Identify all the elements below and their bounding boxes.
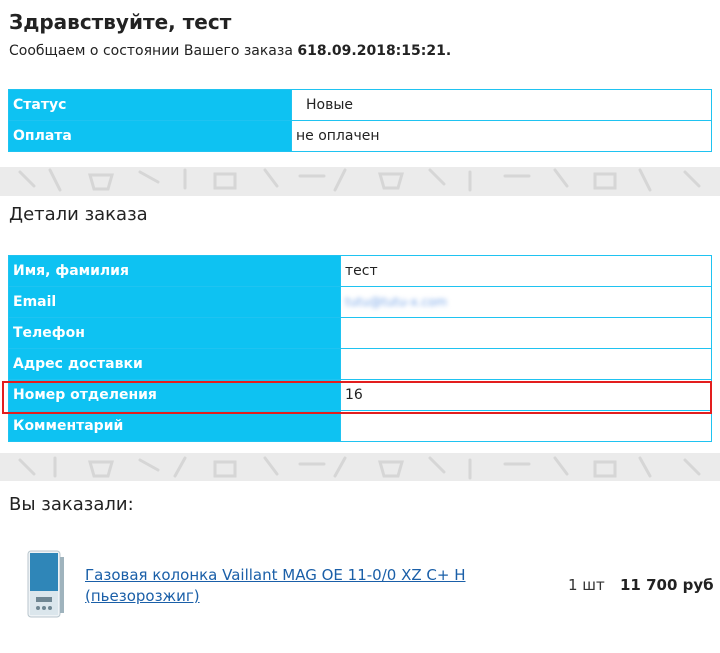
comment-value	[340, 410, 712, 442]
table-row: Номер отделения 16	[8, 379, 712, 411]
order-details-panel: Детали заказа Имя, фамилия тест Email tu…	[0, 196, 720, 453]
order-number: 618.09.2018:15:21.	[297, 43, 452, 59]
details-table: Имя, фамилия тест Email tutu@tutu-x.com …	[8, 255, 712, 442]
address-value	[340, 348, 712, 380]
table-row: Email tutu@tutu-x.com	[8, 286, 712, 318]
name-label: Имя, фамилия	[8, 255, 341, 287]
greeting-panel: Здравствуйте, тест Сообщаем о состоянии …	[0, 0, 720, 167]
name-value: тест	[340, 255, 712, 287]
table-row: Адрес доставки	[8, 348, 712, 380]
email-value: tutu@tutu-x.com	[340, 286, 712, 318]
payment-label: Оплата	[8, 120, 292, 152]
order-title: Вы заказали:	[9, 494, 134, 515]
table-row: Телефон	[8, 317, 712, 349]
product-image[interactable]	[22, 549, 68, 621]
product-quantity: 1 шт	[568, 576, 605, 594]
status-row: Статус Новые	[8, 89, 712, 121]
table-row: Комментарий	[8, 410, 712, 442]
ordered-items-panel: Вы заказали: Газовая колонка Vaillant MA…	[0, 481, 720, 653]
branch-number-value: 16	[340, 379, 712, 411]
branch-number-label: Номер отделения	[8, 379, 341, 411]
address-label: Адрес доставки	[8, 348, 341, 380]
phone-value	[340, 317, 712, 349]
comment-label: Комментарий	[8, 410, 341, 442]
status-label: Статус	[8, 89, 292, 121]
table-row: Имя, фамилия тест	[8, 255, 712, 287]
email-label: Email	[8, 286, 341, 318]
email-text: tutu@tutu-x.com	[345, 295, 448, 309]
product-price: 11 700 руб	[620, 576, 714, 594]
payment-row: Оплата не оплачен	[8, 120, 712, 152]
product-link[interactable]: Газовая колонка Vaillant MAG OE 11-0/0 X…	[85, 565, 485, 607]
intro-text: Сообщаем о состоянии Вашего заказа 618.0…	[9, 43, 451, 59]
greeting-heading: Здравствуйте, тест	[9, 10, 232, 34]
phone-label: Телефон	[8, 317, 341, 349]
intro-label: Сообщаем о состоянии Вашего заказа	[9, 43, 298, 59]
payment-value: не оплачен	[291, 120, 712, 152]
status-table: Статус Новые Оплата не оплачен	[8, 89, 712, 152]
details-title: Детали заказа	[9, 204, 148, 225]
status-value: Новые	[291, 89, 712, 121]
